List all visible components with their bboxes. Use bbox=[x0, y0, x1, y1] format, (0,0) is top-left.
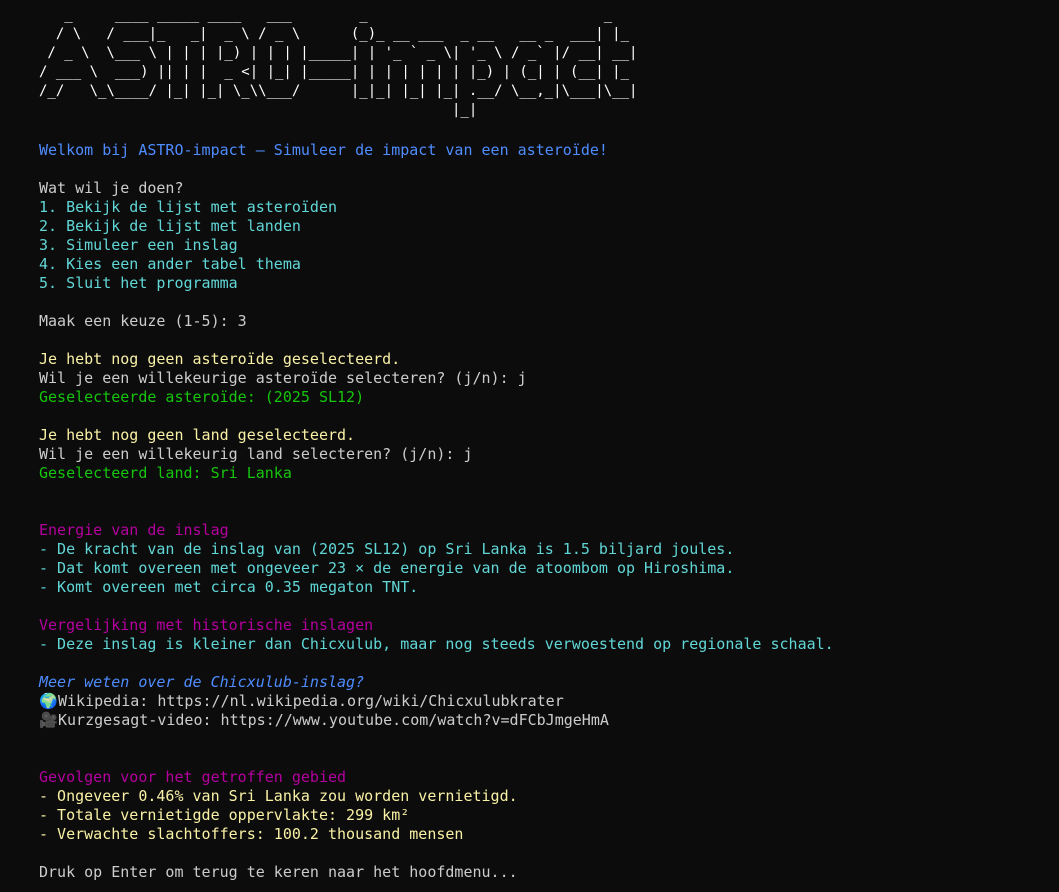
comparison-heading: Vergelijking met historische inslagen bbox=[39, 616, 374, 634]
video-link[interactable]: Kurzgesagt-video: https://www.youtube.co… bbox=[58, 711, 609, 729]
asteroid-question: Wil je een willekeurige asteroïde select… bbox=[39, 369, 527, 387]
menu-item-2: 2. Bekijk de lijst met landen bbox=[39, 217, 301, 235]
consequences-line-1: - Ongeveer 0.46% van Sri Lanka zou worde… bbox=[39, 787, 518, 805]
energy-line-2: - Dat komt overeen met ongeveer 23 × de … bbox=[39, 559, 735, 577]
consequences-line-3: - Verwachte slachtoffers: 100.2 thousand… bbox=[39, 825, 464, 843]
welcome-message: Welkom bij ASTRO-impact – Simuleer de im… bbox=[39, 141, 608, 159]
video-link-line: 🎥Kurzgesagt-video: https://www.youtube.c… bbox=[39, 711, 609, 730]
menu-item-3: 3. Simuleer een inslag bbox=[39, 236, 238, 254]
footer-prompt[interactable]: Druk op Enter om terug te keren naar het… bbox=[39, 863, 518, 882]
more-info-heading: Meer weten over de Chicxulub-inslag? bbox=[39, 673, 365, 691]
country-question: Wil je een willekeurig land selecteren? … bbox=[39, 445, 473, 463]
country-selected: Geselecteerd land: Sri Lanka bbox=[39, 464, 292, 482]
energy-heading: Energie van de inslag bbox=[39, 521, 229, 539]
consequences-line-2: - Totale vernietigde oppervlakte: 299 km… bbox=[39, 806, 410, 824]
energy-line-3: - Komt overeen met circa 0.35 megaton TN… bbox=[39, 578, 419, 596]
country-warning: Je hebt nog geen land geselecteerd. bbox=[39, 426, 356, 444]
comparison-line: - Deze inslag is kleiner dan Chicxulub, … bbox=[39, 635, 834, 653]
wikipedia-link-line: 🌍Wikipedia: https://nl.wikipedia.org/wik… bbox=[39, 692, 564, 711]
asteroid-warning: Je hebt nog geen asteroïde geselecteerd. bbox=[39, 350, 401, 368]
terminal-output: _ ____ _____ ____ ___ _ _ / \ / ___|_ _|… bbox=[39, 0, 1059, 892]
wikipedia-link[interactable]: Wikipedia: https://nl.wikipedia.org/wiki… bbox=[58, 692, 564, 710]
choice-prompt: Maak een keuze (1-5): 3 bbox=[39, 312, 247, 330]
consequences-heading: Gevolgen voor het getroffen gebied bbox=[39, 768, 347, 786]
energy-line-1: - De kracht van de inslag van (2025 SL12… bbox=[39, 540, 735, 558]
globe-icon: 🌍 bbox=[39, 692, 58, 710]
menu-item-5: 5. Sluit het programma bbox=[39, 274, 238, 292]
asteroid-selected: Geselecteerde asteroïde: (2025 SL12) bbox=[39, 388, 365, 406]
menu-prompt: Wat wil je doen? bbox=[39, 179, 184, 197]
ascii-banner: _ ____ _____ ____ ___ _ _ / \ / ___|_ _|… bbox=[39, 7, 638, 118]
video-camera-icon: 🎥 bbox=[39, 711, 58, 729]
menu-item-1: 1. Bekijk de lijst met asteroïden bbox=[39, 198, 338, 216]
menu-item-4: 4. Kies een ander tabel thema bbox=[39, 255, 301, 273]
